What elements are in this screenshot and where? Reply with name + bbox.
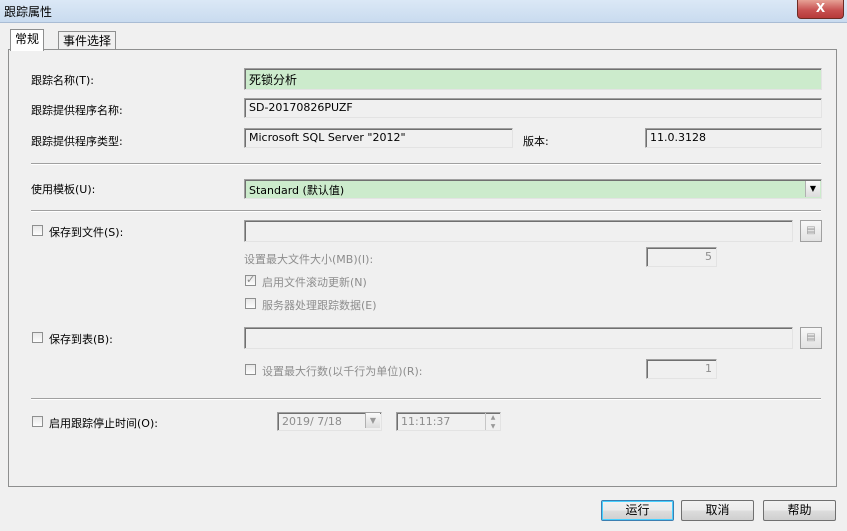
separator xyxy=(31,398,821,400)
browse-file-button[interactable]: ▤ xyxy=(800,220,822,242)
file-rollover-label: 启用文件滚动更新(N) xyxy=(262,276,367,289)
provider-type-field: Microsoft SQL Server "2012" xyxy=(244,128,513,148)
max-file-size-input[interactable]: 5 xyxy=(646,247,717,267)
save-to-table-label: 保存到表(B): xyxy=(49,333,113,346)
cancel-button[interactable]: 取消 xyxy=(681,500,754,521)
title-bar: 跟踪属性 X xyxy=(0,0,847,23)
chevron-down-icon[interactable]: ▼ xyxy=(805,181,820,197)
tab-general[interactable]: 常规 xyxy=(10,29,45,51)
stop-date-value: 2019/ 7/18 xyxy=(282,415,342,428)
browse-table-button[interactable]: ▤ xyxy=(800,327,822,349)
template-select[interactable]: Standard (默认值) ▼ xyxy=(244,179,822,199)
provider-type-label: 跟踪提供程序类型: xyxy=(31,135,123,148)
version-label: 版本: xyxy=(523,135,549,148)
max-rows-input[interactable]: 1 xyxy=(646,359,717,379)
file-rollover-checkbox[interactable] xyxy=(245,273,256,286)
time-spinner[interactable]: ▲ ▼ xyxy=(485,413,500,430)
provider-name-label: 跟踪提供程序名称: xyxy=(31,104,123,117)
chevron-down-icon[interactable]: ▼ xyxy=(365,413,380,428)
server-processes-checkbox[interactable] xyxy=(245,298,256,309)
max-rows-checkbox[interactable] xyxy=(245,364,256,375)
run-button[interactable]: 运行 xyxy=(601,500,674,521)
stop-time-checkbox[interactable] xyxy=(32,416,43,427)
stop-time-value: 11:11:37 xyxy=(401,415,451,428)
trace-name-label: 跟踪名称(T): xyxy=(31,74,95,87)
save-to-file-input[interactable] xyxy=(244,220,793,242)
stop-time-label: 启用跟踪停止时间(O): xyxy=(49,417,158,430)
folder-icon: ▤ xyxy=(806,225,816,236)
max-rows-label: 设置最大行数(以千行为单位)(R): xyxy=(262,365,423,378)
stop-time-picker[interactable]: 11:11:37 ▲ ▼ xyxy=(396,412,501,431)
close-button[interactable]: X xyxy=(797,0,844,19)
save-to-file-label: 保存到文件(S): xyxy=(49,226,124,239)
spin-up-icon[interactable]: ▲ xyxy=(486,413,500,422)
spin-down-icon[interactable]: ▼ xyxy=(486,422,500,430)
stop-date-picker[interactable]: 2019/ 7/18 ▼ xyxy=(277,412,382,431)
tab-event-selection[interactable]: 事件选择 xyxy=(58,31,117,50)
separator xyxy=(31,210,821,212)
save-to-table-checkbox[interactable] xyxy=(32,332,43,343)
trace-name-input[interactable]: 死锁分析 xyxy=(244,68,822,90)
folder-icon: ▤ xyxy=(806,332,816,343)
separator xyxy=(31,163,821,165)
help-button[interactable]: 帮助 xyxy=(763,500,836,521)
save-to-file-checkbox[interactable] xyxy=(32,225,43,236)
version-field: 11.0.3128 xyxy=(645,128,822,148)
template-select-value: Standard (默认值) xyxy=(249,184,345,197)
window-title: 跟踪属性 xyxy=(4,5,53,19)
template-label: 使用模板(U): xyxy=(31,183,96,196)
provider-name-field: SD-20170826PUZF xyxy=(244,98,822,118)
server-processes-label: 服务器处理跟踪数据(E) xyxy=(262,299,377,312)
max-file-size-label: 设置最大文件大小(MB)(I): xyxy=(244,253,374,266)
save-to-table-input[interactable] xyxy=(244,327,793,349)
